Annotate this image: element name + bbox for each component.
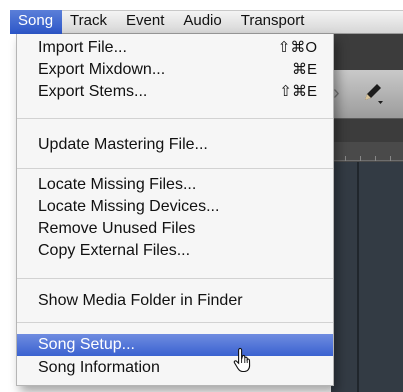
- menu-item-label: Remove Unused Files: [38, 220, 196, 237]
- menu-separator: [17, 322, 333, 323]
- lane-divider: [357, 162, 359, 392]
- menu-item-song-setup[interactable]: Song Setup...: [17, 334, 333, 356]
- menu-item-show-media-folder[interactable]: Show Media Folder in Finder: [17, 290, 333, 312]
- ruler-tick: [360, 156, 361, 161]
- menu-item-export-mixdown[interactable]: Export Mixdown... ⌘E: [17, 59, 333, 81]
- menu-separator: [17, 118, 333, 119]
- menu-item-label: Song Setup...: [38, 336, 135, 353]
- menu-item-label: Copy External Files...: [38, 242, 191, 259]
- hand-pointer-icon: [232, 347, 256, 375]
- menu-item-label: Import File...: [38, 39, 127, 56]
- menu-item-label: Export Stems...: [38, 83, 148, 100]
- timeline-ruler: [331, 142, 403, 162]
- menu-item-import-file[interactable]: Import File... ⇧⌘O: [17, 37, 333, 59]
- menu-item-label: Update Mastering File...: [38, 136, 208, 153]
- menu-item-remove-unused-files[interactable]: Remove Unused Files: [17, 218, 333, 240]
- menu-item-update-mastering-file[interactable]: Update Mastering File...: [17, 134, 333, 156]
- track-lane: [331, 162, 403, 392]
- menu-transport[interactable]: Transport: [233, 10, 316, 34]
- menu-separator: [17, 168, 333, 169]
- menu-audio[interactable]: Audio: [175, 10, 232, 34]
- menu-item-copy-external-files[interactable]: Copy External Files...: [17, 240, 333, 262]
- ruler-baseline: [331, 160, 403, 161]
- shortcut-label: ⇧⌘E: [279, 83, 317, 100]
- menu-song[interactable]: Song: [10, 10, 63, 34]
- menu-item-export-stems[interactable]: Export Stems... ⇧⌘E: [17, 81, 333, 103]
- shortcut-label: ⇧⌘O: [277, 39, 317, 56]
- menu-item-label: Locate Missing Files...: [38, 176, 197, 193]
- menu-item-locate-missing-files[interactable]: Locate Missing Files...: [17, 174, 333, 196]
- menu-track[interactable]: Track: [62, 10, 118, 34]
- song-dropdown-menu: Import File... ⇧⌘O Export Mixdown... ⌘E …: [16, 34, 334, 386]
- pencil-tool-icon[interactable]: [362, 80, 384, 104]
- menu-bar: Song Track Event Audio Transport: [10, 10, 403, 34]
- menu-item-label: Export Mixdown...: [38, 61, 166, 78]
- menu-item-song-information[interactable]: Song Information: [17, 357, 333, 379]
- menu-item-label: Locate Missing Devices...: [38, 198, 220, 215]
- ruler-tick: [390, 156, 391, 161]
- menu-item-locate-missing-devices[interactable]: Locate Missing Devices...: [17, 196, 333, 218]
- menu-event[interactable]: Event: [118, 10, 175, 34]
- arrow-tool-icon[interactable]: ›: [333, 82, 345, 104]
- ruler-tick: [345, 156, 346, 161]
- menu-item-label: Song Information: [38, 359, 160, 376]
- shortcut-label: ⌘E: [291, 61, 317, 78]
- menu-separator: [17, 278, 333, 279]
- ruler-tick: [375, 156, 376, 161]
- menu-item-label: Show Media Folder in Finder: [38, 292, 243, 309]
